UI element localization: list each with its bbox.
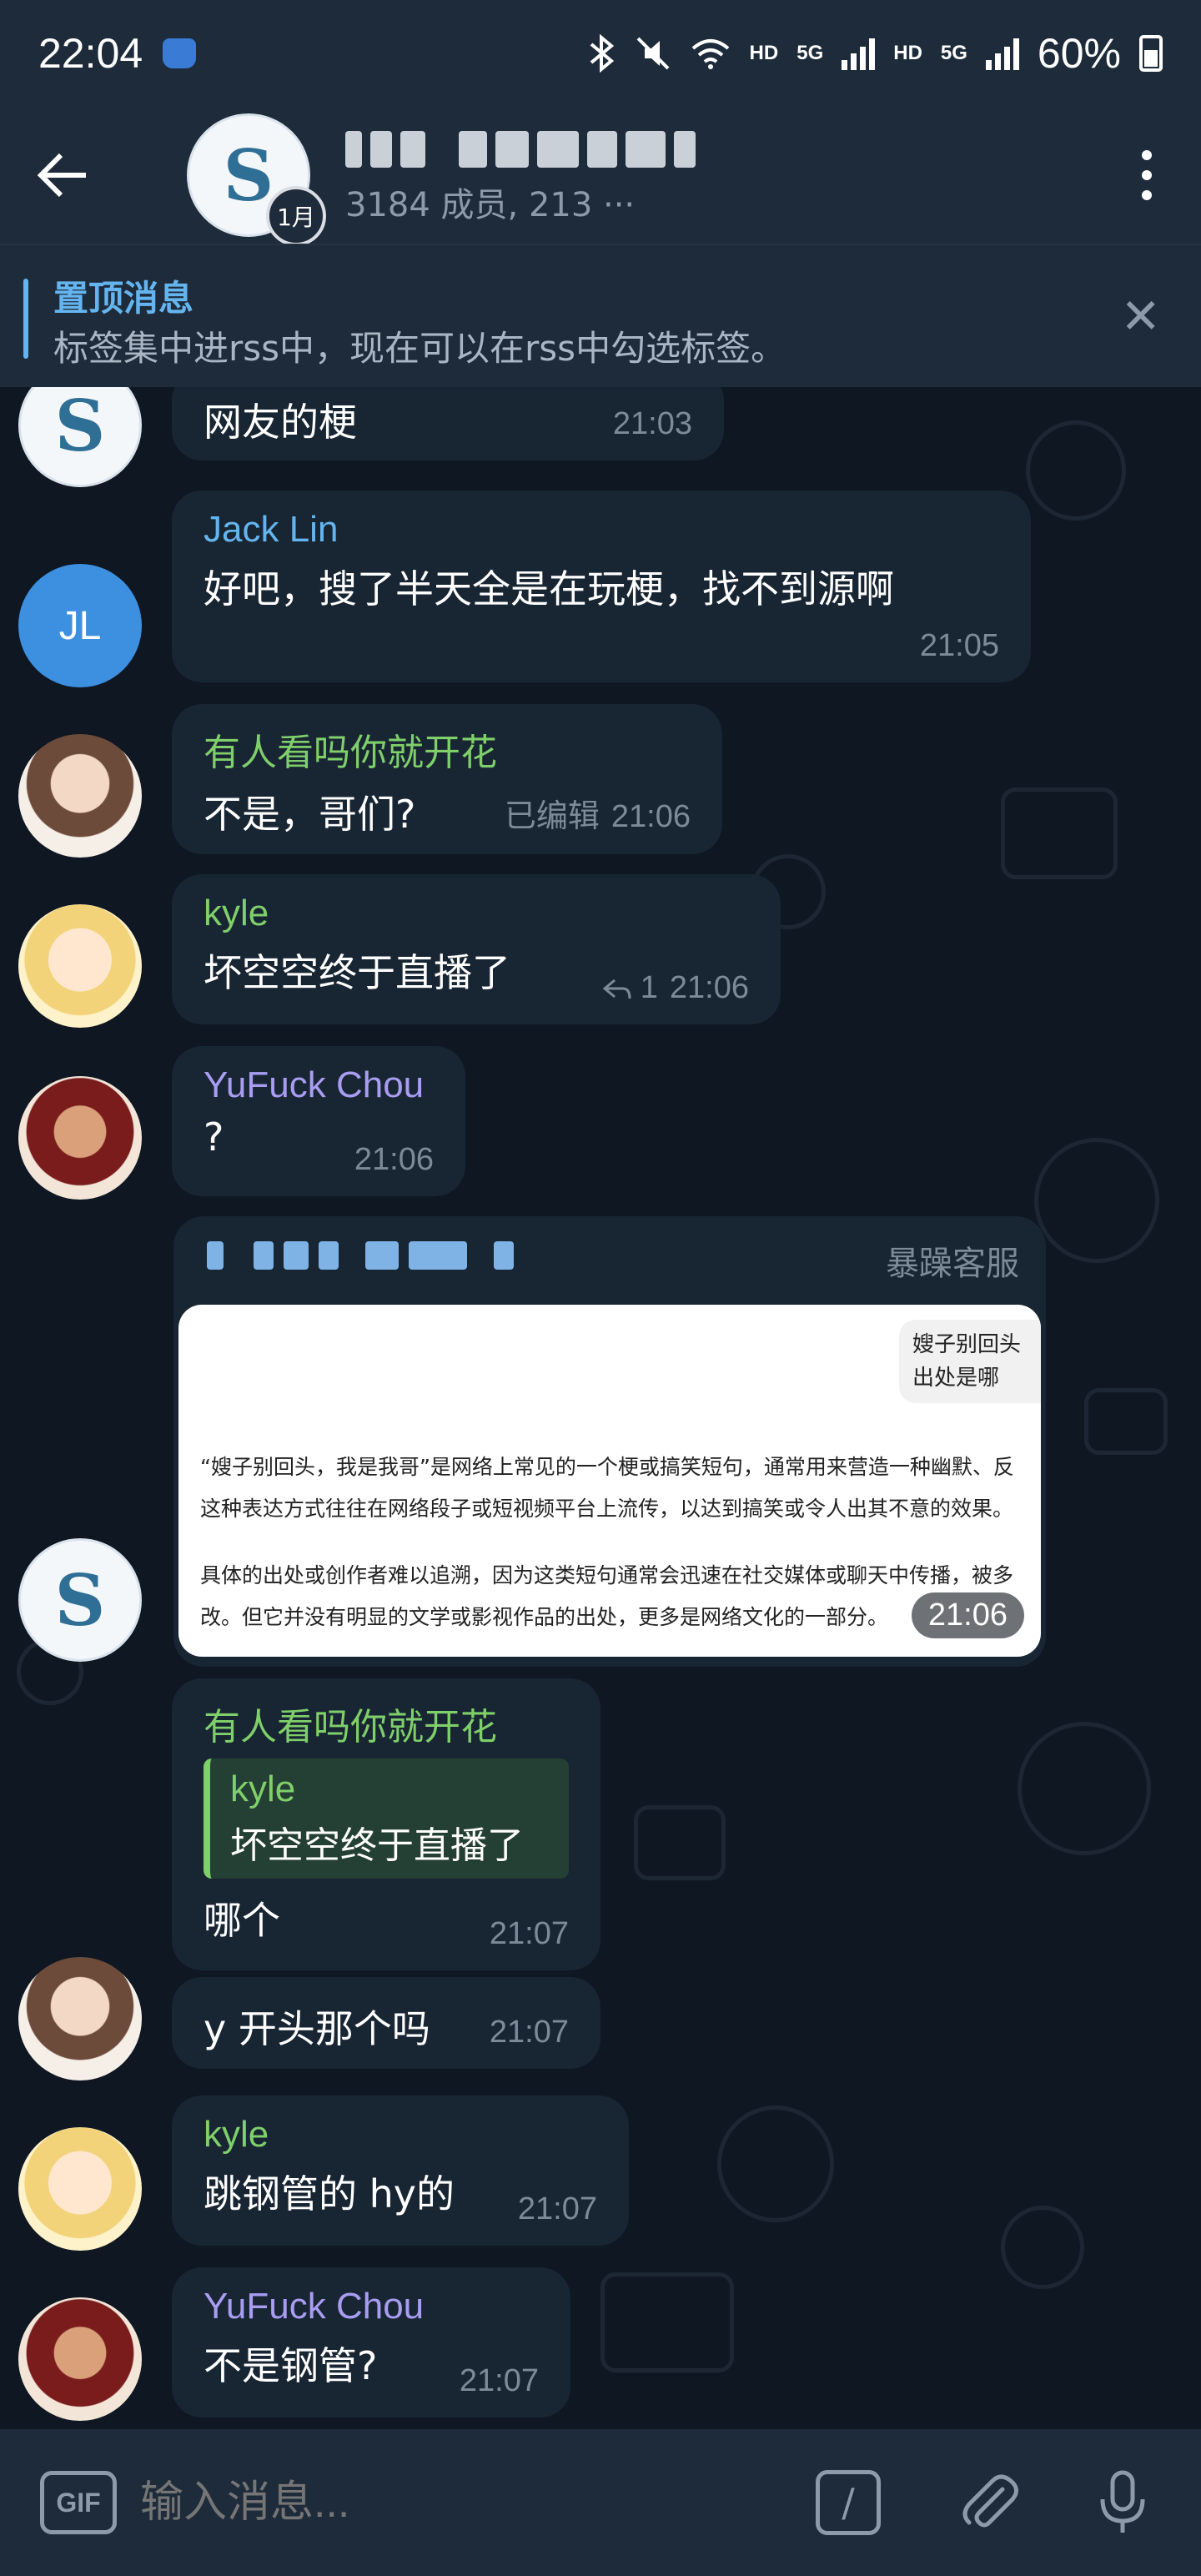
screenshot-line: “嫂子别回头，我是我哥”是网络上常见的一个梗或搞笑短句，通常用来营造一种幽默、反: [200, 1455, 1014, 1479]
voice-record-button[interactable]: [1089, 2469, 1156, 2536]
close-icon[interactable]: ✕: [1120, 292, 1161, 340]
message-list[interactable]: S 网友的梗 21:03 JL Jack Lin 好吧，搜了半天全是在玩梗，找不…: [0, 387, 1201, 2429]
pinned-message[interactable]: 置顶消息 标签集中进rss中，现在可以在rss中勾选标签。 ✕: [0, 244, 1201, 387]
bot-command-button[interactable]: /: [816, 2470, 881, 2535]
message-time: 21:06: [911, 1592, 1024, 1638]
message-time: 21:03: [612, 406, 692, 441]
message-bubble[interactable]: Jack Lin 好吧，搜了半天全是在玩梗，找不到源啊 21:05: [172, 491, 1031, 682]
bluetooth-icon: [590, 34, 614, 73]
message-bubble[interactable]: y 开头那个吗 21:07: [172, 1977, 600, 2069]
paperclip-icon: [962, 2474, 1018, 2528]
monogram-logo: S: [54, 387, 106, 467]
status-time: 22:04: [38, 30, 143, 77]
status-icons: HD 5G HD 5G 60%: [586, 29, 1163, 78]
message-text: 好吧，搜了半天全是在玩梗，找不到源啊: [204, 566, 894, 611]
message-time: 21:07: [489, 1916, 569, 1951]
message-input-bar: GIF /: [0, 2429, 1201, 2576]
screenshot-question: 嫂子别回头 出处是哪: [899, 1320, 1041, 1403]
quoted-text: 坏空空终于直播了: [230, 1824, 524, 1867]
wifi-icon: [691, 39, 729, 69]
sender-name[interactable]: 有人看吗你就开花: [204, 1697, 569, 1750]
avatar[interactable]: [18, 2127, 142, 2251]
message-bubble[interactable]: 有人看吗你就开花 kyle 坏空空终于直播了 哪个 21:07: [172, 1678, 600, 1970]
quoted-sender: kyle: [230, 1768, 296, 1809]
sender-name-blurred[interactable]: [207, 1241, 514, 1270]
arrow-left-icon: [37, 153, 86, 198]
chat-title-block[interactable]: 3184 成员, 213 ···: [345, 124, 696, 226]
sender-name[interactable]: kyle: [204, 893, 749, 934]
microphone-icon: [1100, 2470, 1145, 2533]
pinned-indicator: [23, 279, 28, 359]
screenshot-line: 这种表达方式往往在网络段子或短视频平台上流传，以达到搞笑或令人出其不意的效果。: [200, 1497, 1014, 1521]
sender-name[interactable]: 有人看吗你就开花: [204, 722, 691, 776]
message-bubble[interactable]: kyle 坏空空终于直播了 1 21:06: [172, 874, 781, 1024]
chat-header: S 1月 3184 成员, 213 ···: [0, 107, 1201, 246]
message-time: 21:06: [354, 1142, 434, 1177]
admin-title: 暴躁客服: [886, 1245, 1019, 1283]
avatar[interactable]: [18, 904, 142, 1028]
message-time[interactable]: 1 21:06: [602, 970, 749, 1006]
quoted-message[interactable]: kyle 坏空空终于直播了: [204, 1758, 569, 1879]
sender-name[interactable]: Jack Lin: [204, 509, 999, 551]
chat-title-blurred: [345, 124, 696, 174]
pinned-title: 置顶消息: [53, 278, 194, 319]
reply-count: 1: [640, 970, 658, 1005]
avatar[interactable]: [18, 734, 142, 858]
message-time: 21:05: [919, 628, 999, 663]
avatar[interactable]: S: [18, 1538, 142, 1662]
message-bubble[interactable]: YuFuck Chou 不是钢管? 21:07: [172, 2267, 570, 2418]
message-bubble[interactable]: 有人看吗你就开花 不是，哥们? 已编辑 21:06: [172, 704, 722, 854]
monogram-logo: S: [223, 133, 274, 217]
avatar-badge: 1月: [266, 186, 326, 246]
message-time-value: 21:06: [669, 970, 749, 1005]
network-label: 5G: [796, 42, 824, 64]
network-label: HD: [749, 42, 779, 64]
screenshot-line: 改。但它并没有明显的文学或影视作品的出处，更多是网络文化的一部分。: [200, 1605, 889, 1629]
sender-name[interactable]: YuFuck Chou: [204, 2286, 539, 2327]
message-bubble[interactable]: kyle 跳钢管的 hy的 21:07: [172, 2096, 629, 2246]
message-time: 已编辑 21:06: [505, 790, 691, 836]
mute-icon: [636, 37, 669, 70]
status-bar: 22:04 HD 5G HD 5G 60%: [0, 0, 1201, 107]
attach-button[interactable]: [956, 2469, 1023, 2536]
reply-icon: [602, 979, 631, 999]
group-avatar[interactable]: S 1月: [187, 113, 326, 246]
more-menu-button[interactable]: [1093, 150, 1201, 200]
monogram-logo: S: [54, 1558, 106, 1642]
screenshot-line: 具体的出处或创作者难以追溯，因为这类短句通常会迅速在社交媒体或聊天中传播，被多: [200, 1563, 1014, 1587]
signal-icon: [842, 37, 876, 70]
message-time: 21:07: [517, 2191, 597, 2226]
battery-percent: 60%: [1037, 30, 1121, 77]
back-button[interactable]: [0, 107, 125, 244]
avatar[interactable]: [18, 2297, 142, 2421]
avatar-initials: JL: [58, 603, 102, 648]
avatar[interactable]: [18, 1076, 142, 1200]
message-input[interactable]: [140, 2478, 774, 2528]
sender-name[interactable]: kyle: [204, 2114, 597, 2156]
message-bubble[interactable]: 网友的梗 21:03: [172, 387, 724, 460]
app-notification-icon: [163, 38, 197, 68]
network-label: HD: [893, 42, 922, 64]
chat-subtitle: 3184 成员, 213 ···: [345, 186, 636, 224]
gif-button[interactable]: GIF: [40, 2471, 117, 2534]
signal-icon: [985, 37, 1019, 70]
edited-label: 已编辑: [504, 799, 600, 834]
message-bubble[interactable]: YuFuck Chou ? 21:06: [172, 1046, 465, 1196]
screenshot-image[interactable]: 嫂子别回头 出处是哪 “嫂子别回头，我是我哥”是网络上常见的一个梗或搞笑短句，通…: [178, 1305, 1041, 1657]
avatar[interactable]: [18, 1957, 142, 2080]
pinned-text: 标签集中进rss中，现在可以在rss中勾选标签。: [53, 328, 786, 369]
image-message[interactable]: 暴躁客服 嫂子别回头 出处是哪 “嫂子别回头，我是我哥”是网络上常见的一个梗或搞…: [173, 1216, 1046, 1667]
battery-icon: [1139, 35, 1163, 72]
network-label: 5G: [940, 42, 967, 64]
avatar[interactable]: JL: [18, 564, 142, 687]
message-time: 21:07: [459, 2363, 539, 2398]
sender-name[interactable]: YuFuck Chou: [204, 1064, 434, 1106]
message-time: 21:07: [489, 2015, 569, 2050]
message-time-value: 21:06: [611, 799, 691, 834]
avatar[interactable]: S: [18, 387, 142, 487]
